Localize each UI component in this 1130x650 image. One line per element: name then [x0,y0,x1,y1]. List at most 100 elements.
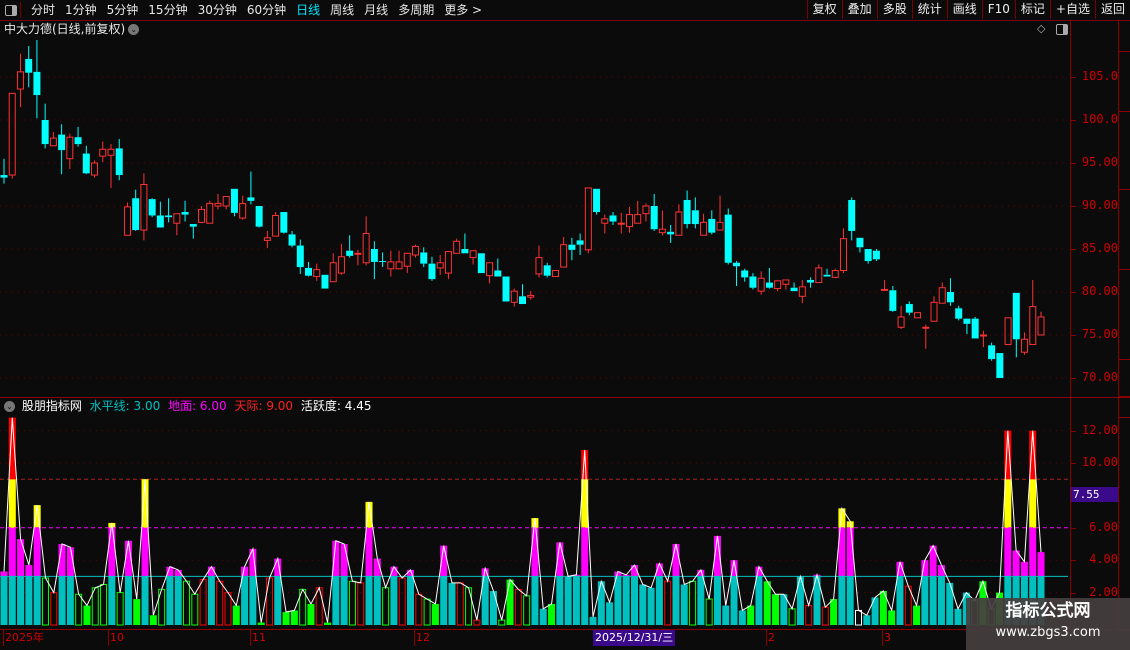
price-axis-label: 75.00 [1081,327,1118,341]
indicator-bar [689,580,697,626]
hollow-bar [514,588,522,626]
indicator-bar [41,577,49,626]
chevron-down-icon[interactable]: ⌄ [4,401,15,412]
level-segment [17,576,25,625]
green-bar [747,605,755,625]
strip-cell[interactable] [1119,52,1130,112]
hollow-bar [398,577,406,626]
indicator-bar [896,561,904,625]
price-axis-tick [1071,292,1076,293]
level-segment [556,576,564,625]
toolbar-button-8[interactable]: 返回 [1094,0,1130,19]
indicator-axis-label: 12.00 [1081,422,1118,437]
strip-cell[interactable] [1119,360,1130,397]
indicator-bar [680,584,688,625]
green-bar [133,599,141,625]
hollow-bar [100,584,108,626]
ground-segment [1020,561,1028,577]
level-segment [249,576,257,625]
green-bar [506,579,514,625]
strip-cell[interactable] [1119,190,1130,270]
indicator-bar [772,594,780,625]
indicator-bar [249,548,257,625]
indicator-bar [473,619,481,626]
hollow-bar [315,587,323,626]
ground-label: 地面: 6.00 [168,399,227,413]
level-segment [722,605,730,625]
level-segment [124,576,132,625]
ground-segment [1029,527,1037,577]
indicator-bar [863,615,871,625]
hollow-bar [415,593,423,626]
indicator-bar [183,580,191,626]
green-bar [83,605,91,625]
indicator-axis-tick [1071,463,1076,464]
hollow-bar [75,593,83,626]
indicator-bar [655,563,663,625]
indicator-bar [572,574,580,625]
indicator-chart[interactable] [0,0,1070,630]
indicator-bar [166,566,174,625]
hollow-bar [265,577,273,626]
indicator-bar [25,565,33,625]
green-bar [431,603,439,625]
indicator-bar [548,603,556,625]
indicator-bar [730,560,738,625]
green-bar [257,622,265,625]
indicator-axis-label: 4.00 [1089,552,1118,567]
strip-cell[interactable] [1119,20,1130,52]
level-segment [738,610,746,625]
indicator-bar [315,587,323,626]
hollow-bar [382,587,390,626]
indicator-bar [531,518,539,625]
level-segment [954,608,962,625]
indicator-bar [324,622,332,625]
indicator-bar [523,595,531,626]
date-label: 10 [110,631,124,644]
price-axis-tick [1071,206,1076,207]
hollow-bar [498,619,506,626]
indicator-bar [581,450,589,625]
level-segment [365,576,373,625]
strip-cell[interactable] [1119,112,1130,190]
indicator-axis-label: 10.00 [1081,455,1118,469]
level-segment [174,576,182,625]
indicator-bar [854,609,862,626]
axis-divider [1070,20,1071,630]
indicator-bar [705,598,713,626]
indicator-bar [216,580,224,626]
yellow-segment [1029,479,1037,528]
indicator-bar [713,535,721,625]
date-label: 3 [884,631,891,644]
pane-divider[interactable] [0,397,1130,398]
level-segment [730,576,738,625]
hollow-bar [41,577,49,626]
level-segment [921,576,929,625]
ground-segment [33,527,41,577]
indicator-axis-tick [1071,592,1076,594]
green-bar [149,615,157,625]
hollow-bar [523,595,531,626]
level-segment [332,576,340,625]
indicator-bar [929,545,937,625]
indicator-bar [498,619,506,626]
indicator-bar [257,622,265,625]
level-segment [531,576,539,625]
indicator-bar [224,592,232,626]
indicator-bar [589,616,597,625]
level-segment [838,576,846,625]
price-axis-label: 90.00 [1081,198,1118,212]
level-segment [489,590,497,625]
green-bar [282,612,290,625]
date-label: 2025年 [5,631,44,644]
indicator-bar [423,598,431,626]
level-segment [614,576,622,625]
indicator-bar [116,592,124,626]
strip-cell[interactable] [1119,398,1130,418]
strip-cell[interactable] [1119,270,1130,360]
indicator-name[interactable]: 股朋指标网 [22,399,82,413]
indicator-bar [274,558,282,625]
hollow-bar [705,598,713,626]
date-tick [766,630,767,646]
date-label: 11 [252,631,266,644]
